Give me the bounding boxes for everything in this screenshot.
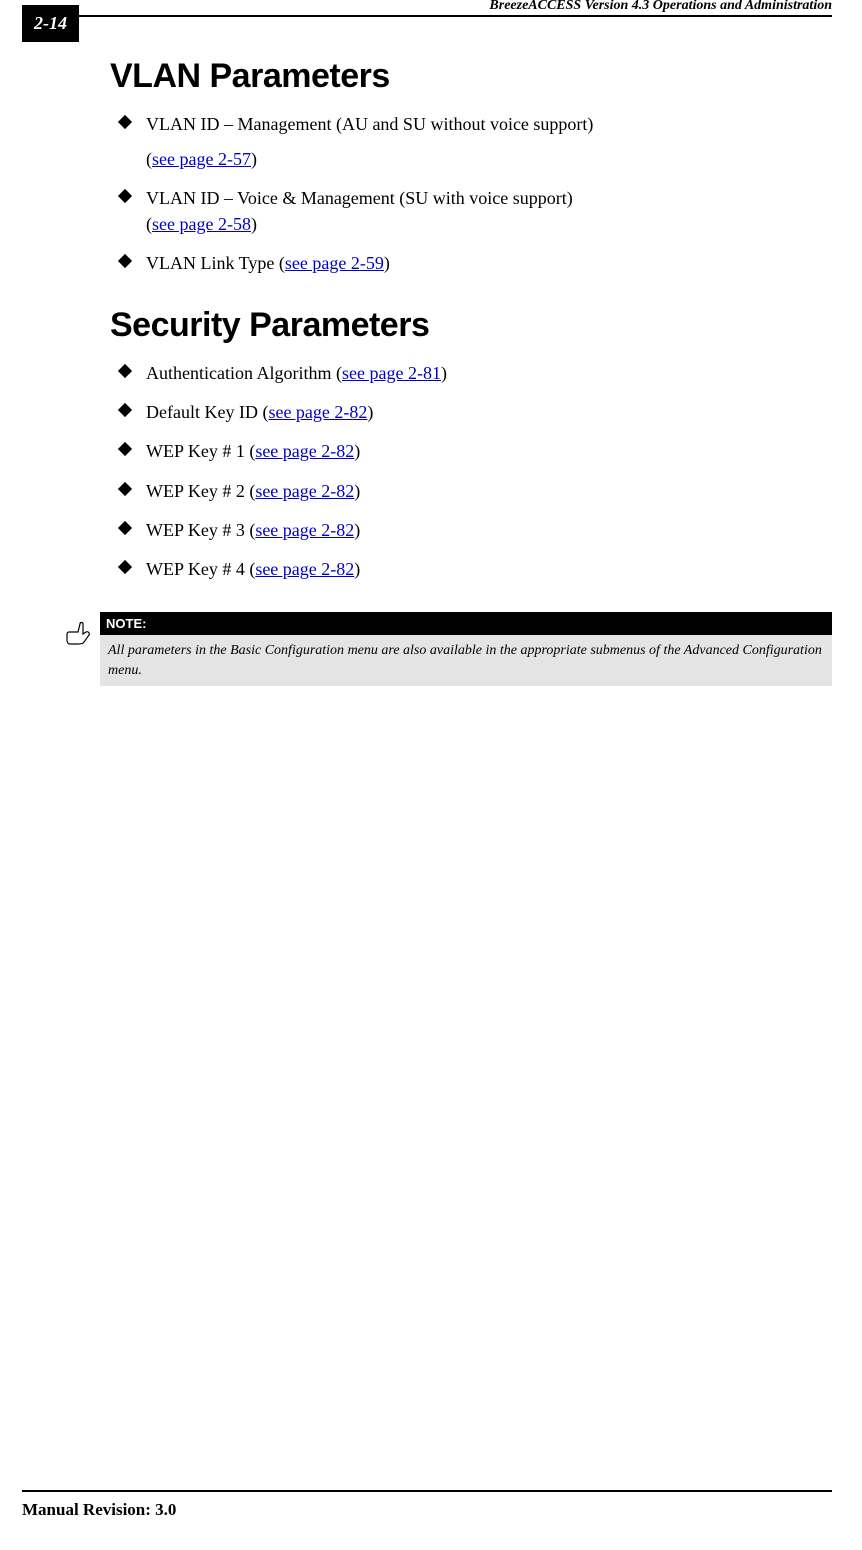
header-title: BreezeACCESS Version 4.3 Operations and …	[485, 0, 832, 14]
page-link[interactable]: see page 2-82	[268, 402, 367, 422]
list-item: VLAN Link Type (see page 2-59)	[110, 251, 832, 276]
item-text: WEP Key # 2 (	[146, 481, 255, 501]
page-link[interactable]: see page 2-59	[285, 253, 384, 273]
page-number-badge: 2-14	[22, 5, 79, 42]
page-link[interactable]: see page 2-81	[342, 363, 441, 383]
item-text: Default Key ID (	[146, 402, 268, 422]
list-item: WEP Key # 2 (see page 2-82)	[110, 479, 832, 504]
item-text: VLAN Link Type (	[146, 253, 285, 273]
paren-close: )	[354, 520, 360, 540]
note-block: NOTE: All parameters in the Basic Config…	[60, 612, 832, 686]
page-link[interactable]: see page 2-82	[255, 520, 354, 540]
page-link[interactable]: see page 2-82	[255, 441, 354, 461]
paren-close: )	[354, 441, 360, 461]
item-text: Authentication Algorithm (	[146, 363, 342, 383]
list-item: WEP Key # 4 (see page 2-82)	[110, 557, 832, 582]
list-item: WEP Key # 3 (see page 2-82)	[110, 518, 832, 543]
list-item: Authentication Algorithm (see page 2-81)	[110, 361, 832, 386]
footer-text: Manual Revision: 3.0	[22, 1500, 832, 1520]
vlan-list: VLAN ID – Management (AU and SU without …	[110, 112, 832, 276]
footer-rule	[22, 1490, 832, 1492]
security-list: Authentication Algorithm (see page 2-81)…	[110, 361, 832, 582]
paren-close: )	[367, 402, 373, 422]
list-item: VLAN ID – Management (AU and SU without …	[110, 112, 832, 172]
main-content: VLAN Parameters VLAN ID – Management (AU…	[110, 57, 832, 686]
list-item: Default Key ID (see page 2-82)	[110, 400, 832, 425]
page-footer: Manual Revision: 3.0	[22, 1490, 832, 1520]
page-header: 2-14 BreezeACCESS Version 4.3 Operations…	[0, 0, 862, 17]
note-box: NOTE: All parameters in the Basic Config…	[100, 612, 832, 686]
item-text: VLAN ID – Management (AU and SU without …	[146, 114, 593, 134]
paren-close: )	[354, 481, 360, 501]
heading-vlan-parameters: VLAN Parameters	[110, 57, 832, 96]
hand-icon	[60, 612, 100, 651]
page-link[interactable]: see page 2-82	[255, 481, 354, 501]
note-label: NOTE:	[100, 612, 832, 635]
heading-security-parameters: Security Parameters	[110, 306, 832, 345]
item-text: WEP Key # 1 (	[146, 441, 255, 461]
paren-close: )	[384, 253, 390, 273]
list-item: VLAN ID – Voice & Management (SU with vo…	[110, 186, 832, 236]
page-link[interactable]: see page 2-82	[255, 559, 354, 579]
page-link[interactable]: see page 2-58	[152, 214, 251, 234]
list-item: WEP Key # 1 (see page 2-82)	[110, 439, 832, 464]
item-text: WEP Key # 4 (	[146, 559, 255, 579]
pointing-hand-icon	[64, 618, 96, 646]
paren-close: )	[251, 214, 257, 234]
header-rule	[75, 15, 832, 17]
item-text: WEP Key # 3 (	[146, 520, 255, 540]
note-body: All parameters in the Basic Configuratio…	[100, 635, 832, 686]
paren-close: )	[251, 149, 257, 169]
page-link[interactable]: see page 2-57	[152, 149, 251, 169]
paren-close: )	[354, 559, 360, 579]
paren-close: )	[441, 363, 447, 383]
